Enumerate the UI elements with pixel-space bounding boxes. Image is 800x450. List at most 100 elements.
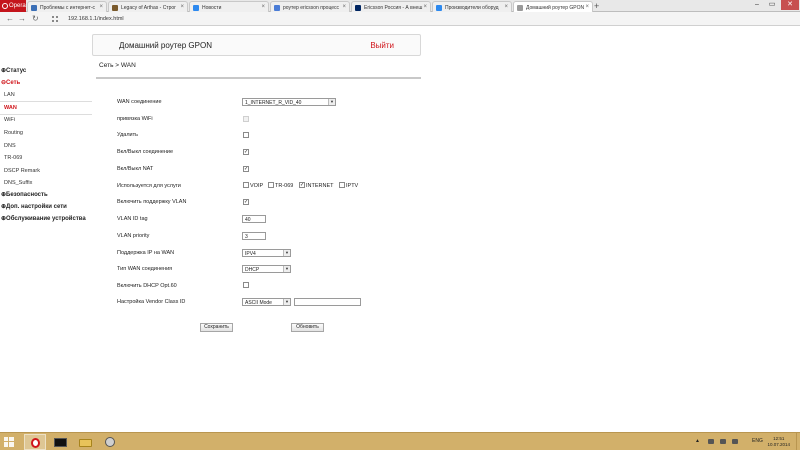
tab-3[interactable]: Новости × [189, 1, 269, 12]
wan-type-select[interactable]: DHCP ▼ [242, 265, 291, 273]
sidebar-item-tr069[interactable]: TR-069 [4, 154, 22, 162]
tab-4[interactable]: роутер ericsson процесс × [270, 1, 350, 12]
vendor-class-label: Настройка Vendor Class ID [117, 299, 186, 305]
close-tab-icon[interactable]: × [504, 4, 508, 10]
wan-type-label: Тип WAN соединения [117, 266, 173, 272]
vlan-priority-input[interactable]: 3 [242, 232, 266, 240]
taskbar-tool[interactable] [100, 434, 122, 450]
vendor-class-mode-select[interactable]: ASCII Mode ▼ [242, 298, 291, 306]
tray-arrow-icon[interactable]: ▲ [695, 438, 700, 444]
sidebar-item-dscp-remark[interactable]: DSCP Remark [4, 167, 40, 175]
internet-label: INTERNET [306, 183, 334, 189]
sidebar-item-network[interactable]: ⊖Сеть [1, 79, 20, 87]
tab-title: Проблемы с интернет-с [40, 5, 95, 11]
sidebar-item-maintenance[interactable]: ⊕Обслуживание устройства [1, 215, 86, 223]
breadcrumb: Сеть > WAN [99, 62, 136, 69]
speech-icon [31, 5, 37, 11]
internet-checkbox[interactable]: ✓ [299, 182, 305, 188]
tab-1[interactable]: Проблемы с интернет-с × [27, 1, 107, 12]
sidebar-item-lan[interactable]: LAN [4, 91, 15, 99]
delete-label: Удалить [117, 132, 138, 138]
close-window-icon[interactable]: ✕ [781, 0, 799, 10]
volume-icon[interactable] [732, 439, 738, 444]
taskbar-opera[interactable] [24, 434, 46, 450]
taskbar-cmd[interactable] [50, 434, 72, 450]
minimize-icon[interactable]: ‒ [750, 0, 764, 10]
bridge-wifi-checkbox [243, 116, 249, 122]
clock[interactable]: 12:51 10.07.2014 [767, 436, 790, 448]
save-button[interactable]: Сохранить [200, 323, 233, 332]
tab-title: Домашний роутер GPON [526, 5, 585, 11]
ericsson-icon [355, 5, 361, 11]
refresh-button[interactable]: Обновить [291, 323, 324, 332]
dhcp-opt60-checkbox[interactable] [243, 282, 249, 288]
opera-logo-icon [2, 3, 8, 9]
vendor-class-mode-value: ASCII Mode [245, 300, 272, 306]
opera-menu-button[interactable]: Opera [0, 0, 26, 12]
flag-icon[interactable] [720, 439, 726, 444]
page-title: Домашний роутер GPON [119, 41, 212, 50]
language-indicator[interactable]: ENG [752, 438, 763, 444]
sidebar-item-dns[interactable]: DNS [4, 142, 16, 150]
chevron-down-icon: ▼ [283, 250, 290, 256]
bridge-wifi-label: привязка WiFi [117, 116, 153, 122]
wan-type-value: DHCP [245, 267, 260, 273]
sidebar-item-label: Безопасность [6, 192, 48, 198]
wan-connection-value: 1_INTERNET_R_VID_40 [245, 100, 302, 106]
network-icon[interactable] [708, 439, 714, 444]
windows-start-icon[interactable] [4, 437, 14, 447]
ip-support-select[interactable]: IPV4 ▼ [242, 249, 291, 257]
logout-link[interactable]: Выйти [370, 41, 394, 50]
wan-connection-select[interactable]: 1_INTERNET_R_VID_40 ▼ [242, 98, 336, 106]
iptv-checkbox[interactable] [339, 182, 345, 188]
command-prompt-icon [54, 438, 67, 447]
voip-label: VOIP [250, 183, 264, 189]
show-desktop-button[interactable] [796, 433, 800, 450]
delete-checkbox[interactable] [243, 132, 249, 138]
close-tab-icon[interactable]: × [342, 4, 346, 10]
enable-connection-checkbox[interactable]: ✓ [243, 149, 249, 155]
maximize-icon[interactable]: ▭ [765, 0, 779, 10]
tab-7-active[interactable]: Домашний роутер GPON × [513, 1, 593, 12]
app-icon [105, 437, 115, 447]
reload-icon[interactable]: ↻ [32, 14, 39, 24]
close-tab-icon[interactable]: × [99, 4, 103, 10]
tab-title: роутер ericsson процесс [283, 5, 340, 11]
chevron-down-icon: ▼ [283, 299, 290, 305]
sidebar-item-advanced-network[interactable]: ⊕Доп. настройки сети [1, 203, 67, 211]
sidebar-item-status[interactable]: ⊕Статус [1, 67, 26, 75]
close-tab-icon[interactable]: × [180, 4, 184, 10]
sidebar-item-dns-suffix[interactable]: DNS_Suffix [4, 179, 32, 187]
sidebar-item-security[interactable]: ⊕Безопасность [1, 191, 48, 199]
taskbar-explorer[interactable] [75, 434, 97, 450]
windows-icon [436, 5, 442, 11]
close-tab-icon[interactable]: × [585, 4, 589, 10]
voip-checkbox[interactable] [243, 182, 249, 188]
tab-title: Производители оборуд [445, 5, 499, 11]
vendor-class-input[interactable] [294, 298, 361, 306]
close-tab-icon[interactable]: × [423, 4, 427, 10]
tab-5[interactable]: Ericsson Россия - А внеш × [351, 1, 431, 12]
sidebar-item-routing[interactable]: Routing [4, 129, 23, 137]
enable-vlan-checkbox[interactable]: ✓ [243, 199, 249, 205]
tab-2[interactable]: Legacy of Arthas - Строг × [108, 1, 188, 12]
page-icon [517, 5, 523, 11]
speed-dial-icon[interactable] [52, 16, 58, 22]
new-tab-button[interactable]: + [594, 1, 599, 11]
shield-icon [112, 5, 118, 11]
enable-nat-checkbox[interactable]: ✓ [243, 166, 249, 172]
tr069-checkbox[interactable] [268, 182, 274, 188]
iptv-label: IPTV [346, 183, 359, 189]
close-tab-icon[interactable]: × [261, 4, 265, 10]
chevron-down-icon: ▼ [328, 99, 335, 105]
ip-support-value: IPV4 [245, 251, 256, 257]
vlan-id-input[interactable]: 40 [242, 215, 266, 223]
tab-title: Новости [202, 5, 222, 11]
sidebar-divider [0, 114, 92, 115]
url-field[interactable]: 192.168.1.1/index.html [68, 14, 788, 24]
sidebar-item-wan[interactable]: WAN [4, 104, 17, 112]
tab-6[interactable]: Производители оборуд × [432, 1, 512, 12]
sidebar-item-wifi[interactable]: WiFi [4, 116, 15, 124]
back-arrow-icon[interactable]: ← [6, 14, 14, 24]
forward-arrow-icon[interactable]: → [18, 14, 26, 24]
